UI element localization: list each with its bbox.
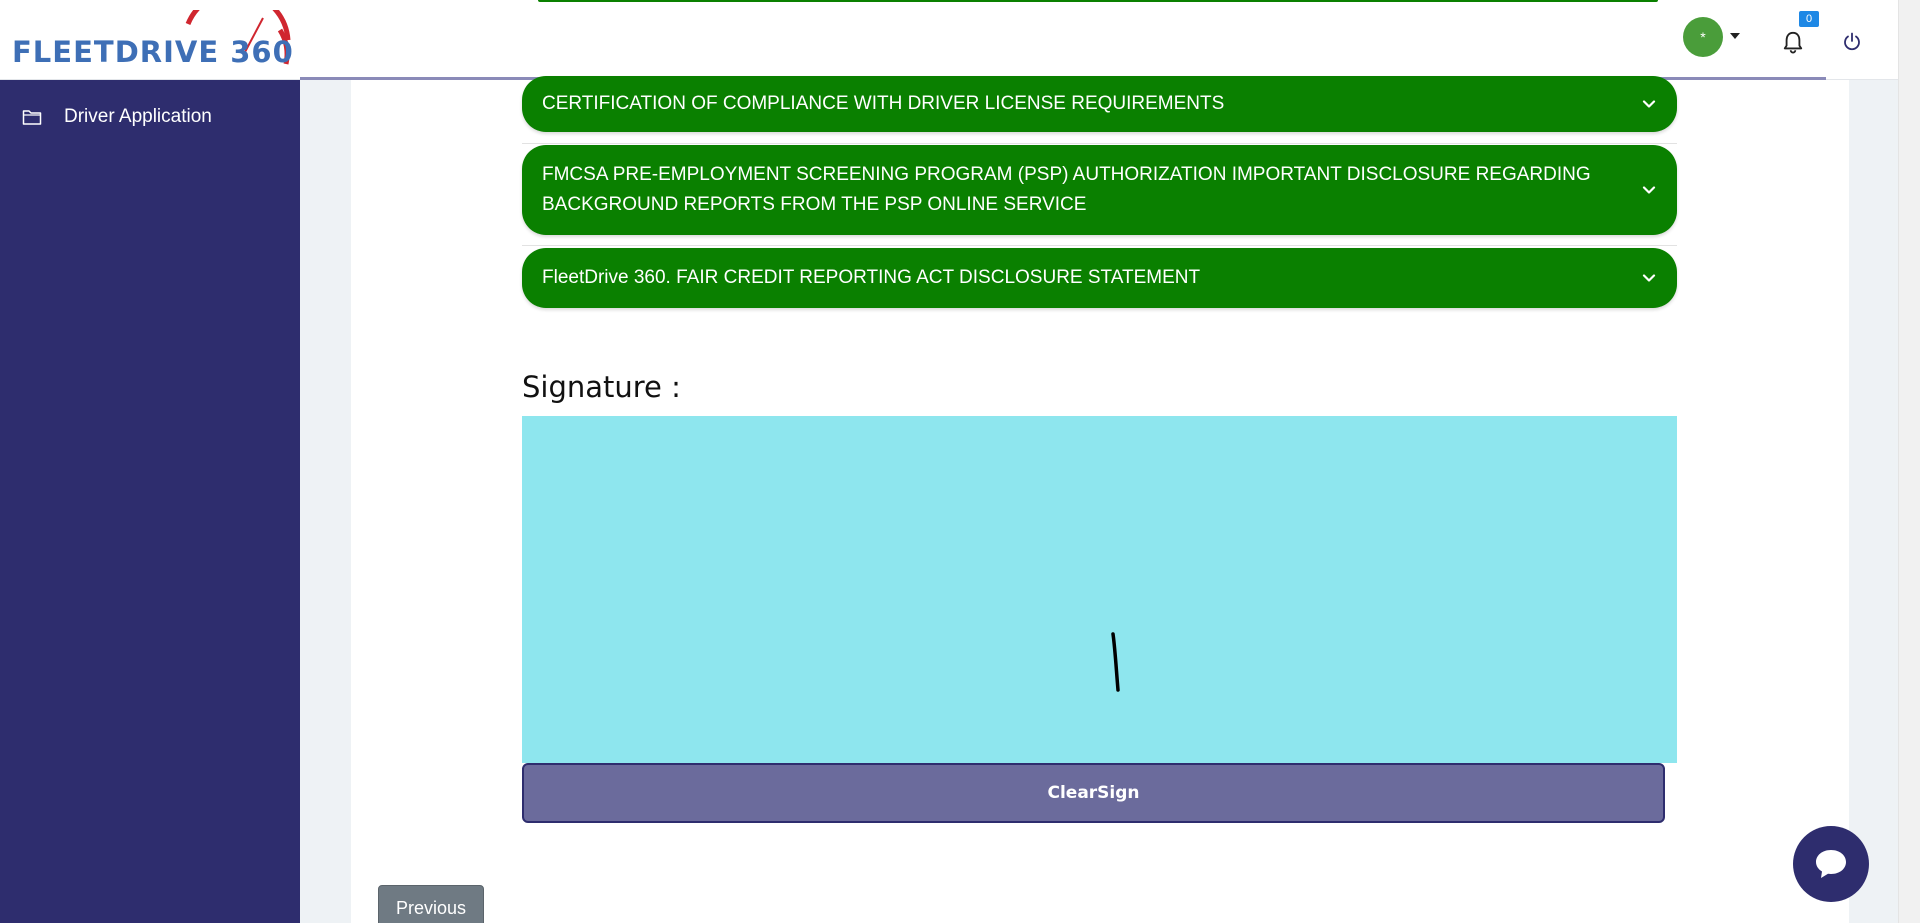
- signature-stroke: [1111, 632, 1120, 692]
- accordion-title: CERTIFICATION OF COMPLIANCE WITH DRIVER …: [542, 93, 1225, 114]
- folder-icon: [22, 110, 42, 125]
- notification-count-badge: 0: [1799, 11, 1819, 27]
- user-avatar[interactable]: *: [1683, 17, 1723, 57]
- sidebar-item-driver-application[interactable]: Driver Application: [22, 106, 212, 128]
- chevron-down-icon: [1642, 100, 1656, 108]
- logo-text: FLEETDRIVE 360: [12, 35, 294, 69]
- signature-pad[interactable]: [522, 416, 1677, 763]
- accordion-license-certification[interactable]: CERTIFICATION OF COMPLIANCE WITH DRIVER …: [522, 76, 1677, 132]
- top-header: FLEETDRIVE 360 * 0: [0, 0, 1898, 80]
- divider: [522, 245, 1677, 246]
- chevron-down-icon[interactable]: [1730, 33, 1740, 39]
- signature-label: Signature :: [522, 370, 681, 404]
- chevron-down-icon: [1642, 274, 1656, 282]
- bell-icon[interactable]: [1782, 30, 1804, 54]
- chevron-down-icon: [1642, 186, 1656, 194]
- previous-button[interactable]: Previous: [378, 885, 484, 923]
- divider: [522, 143, 1677, 144]
- accordion-title: FleetDrive 360. FAIR CREDIT REPORTING AC…: [542, 267, 1201, 288]
- fleetdrive-logo[interactable]: FLEETDRIVE 360: [10, 0, 295, 70]
- chat-widget-button[interactable]: [1793, 826, 1869, 902]
- clear-sign-button[interactable]: ClearSign: [522, 763, 1665, 823]
- accordion-title: FMCSA PRE-EMPLOYMENT SCREENING PROGRAM (…: [542, 164, 1591, 215]
- power-icon[interactable]: [1842, 32, 1862, 52]
- accordion-fcra-disclosure[interactable]: FleetDrive 360. FAIR CREDIT REPORTING AC…: [522, 248, 1677, 308]
- sidebar-item-label: Driver Application: [64, 106, 212, 127]
- page-scrollbar[interactable]: [1898, 0, 1920, 923]
- accordion-psp-authorization[interactable]: FMCSA PRE-EMPLOYMENT SCREENING PROGRAM (…: [522, 145, 1677, 235]
- chat-bubble-icon: [1816, 850, 1846, 878]
- sidebar: Driver Application: [0, 80, 300, 923]
- accordion-partial-top: [538, 0, 1658, 2]
